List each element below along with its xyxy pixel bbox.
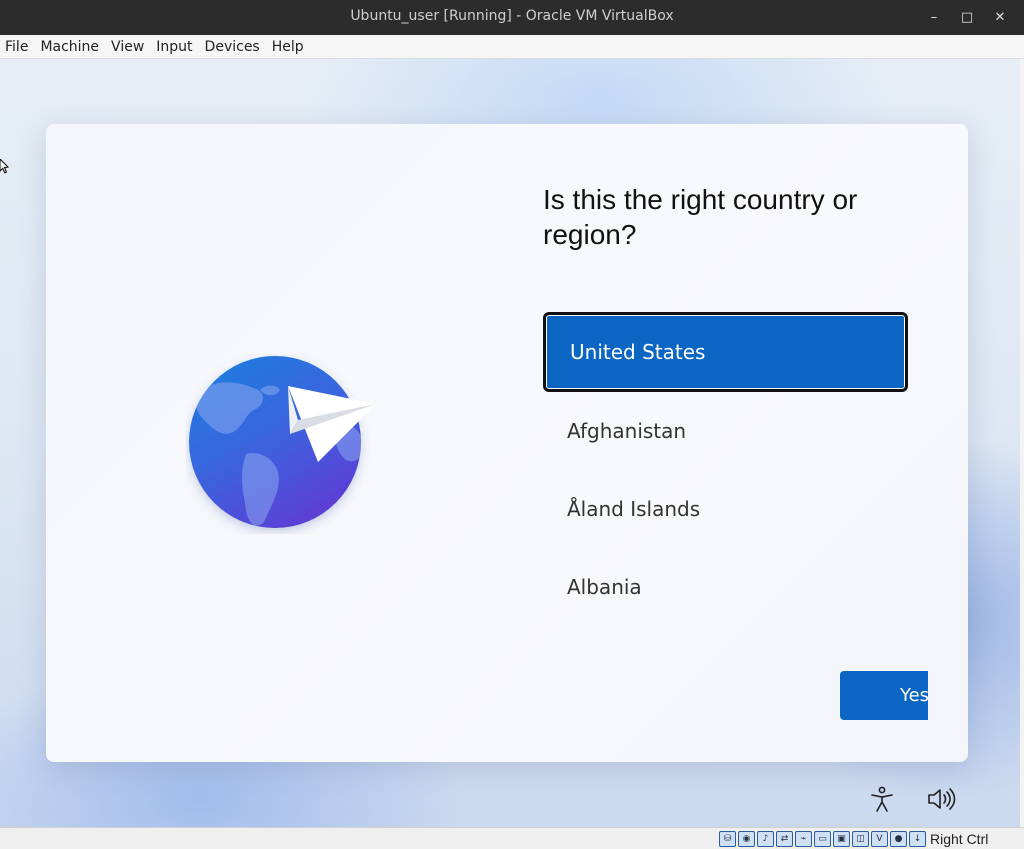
recording-icon[interactable]: ◫ — [852, 831, 869, 847]
country-item-united-states[interactable]: United States — [543, 312, 908, 392]
mouse-cursor-icon — [0, 159, 10, 174]
host-key-label: Right Ctrl — [930, 831, 989, 847]
window-titlebar: Ubuntu_user [Running] - Oracle VM Virtua… — [0, 0, 1024, 35]
menu-help[interactable]: Help — [267, 35, 311, 59]
minimize-button[interactable]: – — [923, 6, 945, 28]
usb-icon[interactable]: ⌁ — [795, 831, 812, 847]
keyboard-capture-icon[interactable]: ↓ — [909, 831, 926, 847]
shared-folders-icon[interactable]: ▭ — [814, 831, 831, 847]
status-tray: ⛁ ◉ ♪ ⇄ ⌁ ▭ ▣ ◫ V ● ↓ — [719, 831, 926, 847]
display-icon[interactable]: ▣ — [833, 831, 850, 847]
network-icon[interactable]: ⇄ — [776, 831, 793, 847]
yes-button[interactable]: Yes — [840, 671, 928, 720]
vt-x-icon[interactable]: V — [871, 831, 888, 847]
audio-icon[interactable]: ♪ — [757, 831, 774, 847]
menu-devices[interactable]: Devices — [200, 35, 267, 59]
setup-dialog: Is this the right country or region? Uni… — [46, 124, 968, 762]
globe-icon — [189, 356, 376, 528]
menubar: File Machine View Input Devices Help — [0, 35, 1024, 59]
vm-screen[interactable]: Is this the right country or region? Uni… — [0, 59, 1020, 827]
guest-additions-icon[interactable]: ● — [890, 831, 907, 847]
optical-drive-icon[interactable]: ◉ — [738, 831, 755, 847]
menu-view[interactable]: View — [106, 35, 151, 59]
statusbar: ⛁ ◉ ♪ ⇄ ⌁ ▭ ▣ ◫ V ● ↓ Right Ctrl — [0, 827, 1024, 849]
country-item-albania[interactable]: Albania — [543, 548, 908, 626]
page-title: Is this the right country or region? — [543, 184, 858, 250]
country-item-aland-islands[interactable]: Åland Islands — [543, 470, 908, 548]
volume-icon[interactable] — [926, 786, 956, 812]
menu-file[interactable]: File — [0, 35, 35, 59]
country-item-afghanistan[interactable]: Afghanistan — [543, 392, 908, 470]
globe-illustration — [186, 354, 386, 534]
maximize-button[interactable]: □ — [956, 6, 978, 28]
window-title: Ubuntu_user [Running] - Oracle VM Virtua… — [350, 8, 674, 24]
menu-input[interactable]: Input — [151, 35, 199, 59]
window-border — [1020, 59, 1024, 827]
close-button[interactable]: ✕ — [989, 6, 1011, 28]
menu-machine[interactable]: Machine — [35, 35, 106, 59]
country-list: United States Afghanistan Åland Islands … — [543, 312, 908, 626]
hard-disk-icon[interactable]: ⛁ — [719, 831, 736, 847]
accessibility-icon[interactable] — [868, 785, 896, 813]
